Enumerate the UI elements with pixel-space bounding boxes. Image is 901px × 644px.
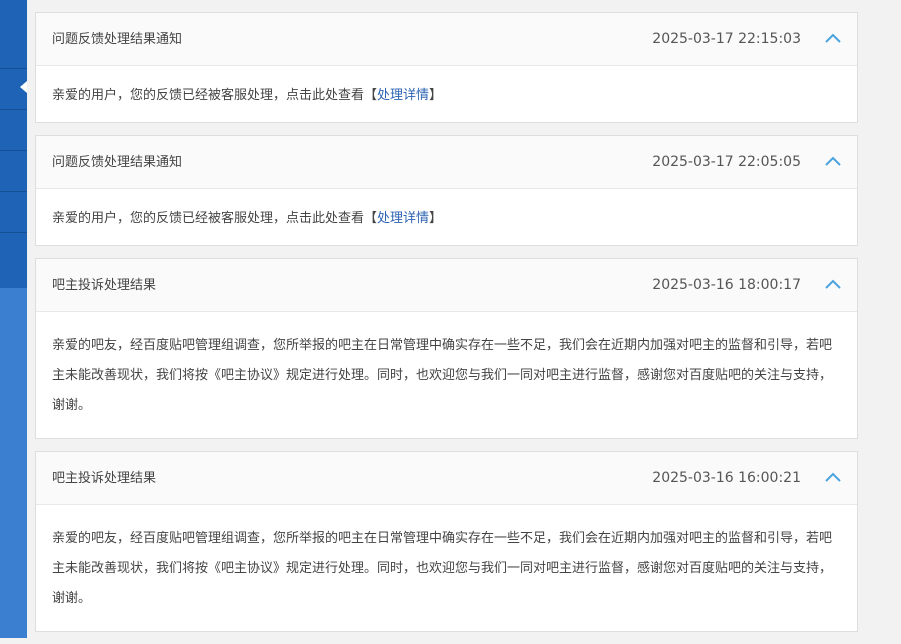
sidebar-divider — [0, 232, 27, 233]
link-bracket-close: 】 — [429, 211, 443, 226]
notification-header[interactable]: 吧主投诉处理结果 2025-03-16 16:00:21 — [36, 452, 857, 505]
notification-body: 亲爱的吧友，经百度贴吧管理组调查，您所举报的吧主在日常管理中确实存在一些不足，我… — [52, 338, 833, 413]
sidebar-divider — [0, 109, 27, 110]
notification-title: 吧主投诉处理结果 — [52, 471, 157, 486]
notification-title: 吧主投诉处理结果 — [52, 278, 157, 293]
notification-header[interactable]: 问题反馈处理结果通知 2025-03-17 22:15:03 — [36, 13, 857, 66]
notification-card: 吧主投诉处理结果 2025-03-16 18:00:17 亲爱的吧友，经百度贴吧… — [35, 258, 858, 439]
notification-card: 问题反馈处理结果通知 2025-03-17 22:15:03 亲爱的用户，您的反… — [35, 12, 858, 123]
notification-text: 亲爱的用户，您的反馈已经被客服处理，点击此处查看 — [52, 211, 365, 226]
notification-card: 问题反馈处理结果通知 2025-03-17 22:05:05 亲爱的用户，您的反… — [35, 135, 858, 246]
link-bracket-open: 【 — [364, 88, 378, 103]
sidebar — [0, 0, 27, 638]
notification-body: 亲爱的用户，您的反馈已经被客服处理，点击此处查看【处理详情】 — [36, 66, 857, 122]
notification-list: 问题反馈处理结果通知 2025-03-17 22:15:03 亲爱的用户，您的反… — [35, 12, 858, 644]
notification-header[interactable]: 吧主投诉处理结果 2025-03-16 18:00:17 — [36, 259, 857, 312]
notification-text: 亲爱的用户，您的反馈已经被客服处理，点击此处查看 — [52, 88, 365, 103]
link-bracket-close: 】 — [429, 88, 443, 103]
details-link[interactable]: 处理详情 — [377, 88, 429, 103]
sidebar-item-1[interactable] — [0, 0, 27, 68]
chevron-up-icon[interactable] — [823, 276, 843, 294]
notification-body: 亲爱的吧友，经百度贴吧管理组调查，您所举报的吧主在日常管理中确实存在一些不足，我… — [52, 531, 833, 606]
notification-body: 亲爱的用户，您的反馈已经被客服处理，点击此处查看【处理详情】 — [36, 189, 857, 245]
active-item-indicator — [20, 81, 27, 93]
notification-time: 2025-03-16 18:00:17 — [652, 277, 801, 293]
notification-header[interactable]: 问题反馈处理结果通知 2025-03-17 22:05:05 — [36, 136, 857, 189]
sidebar-divider — [0, 150, 27, 151]
chevron-up-icon[interactable] — [823, 153, 843, 171]
notification-time: 2025-03-16 16:00:21 — [652, 470, 801, 486]
link-bracket-open: 【 — [364, 211, 378, 226]
chevron-up-icon[interactable] — [823, 30, 843, 48]
sidebar-divider — [0, 68, 27, 69]
sidebar-divider — [0, 191, 27, 192]
details-link[interactable]: 处理详情 — [377, 211, 429, 226]
sidebar-item-3[interactable] — [0, 110, 27, 150]
chevron-up-icon[interactable] — [823, 469, 843, 487]
sidebar-item-5[interactable] — [0, 192, 27, 232]
sidebar-item-4[interactable] — [0, 151, 27, 191]
sidebar-item-6[interactable] — [0, 233, 27, 288]
notification-time: 2025-03-17 22:15:03 — [652, 31, 801, 47]
notification-title: 问题反馈处理结果通知 — [52, 32, 183, 47]
notification-card: 吧主投诉处理结果 2025-03-16 16:00:21 亲爱的吧友，经百度贴吧… — [35, 451, 858, 632]
notification-time: 2025-03-17 22:05:05 — [652, 154, 801, 170]
notification-title: 问题反馈处理结果通知 — [52, 155, 183, 170]
